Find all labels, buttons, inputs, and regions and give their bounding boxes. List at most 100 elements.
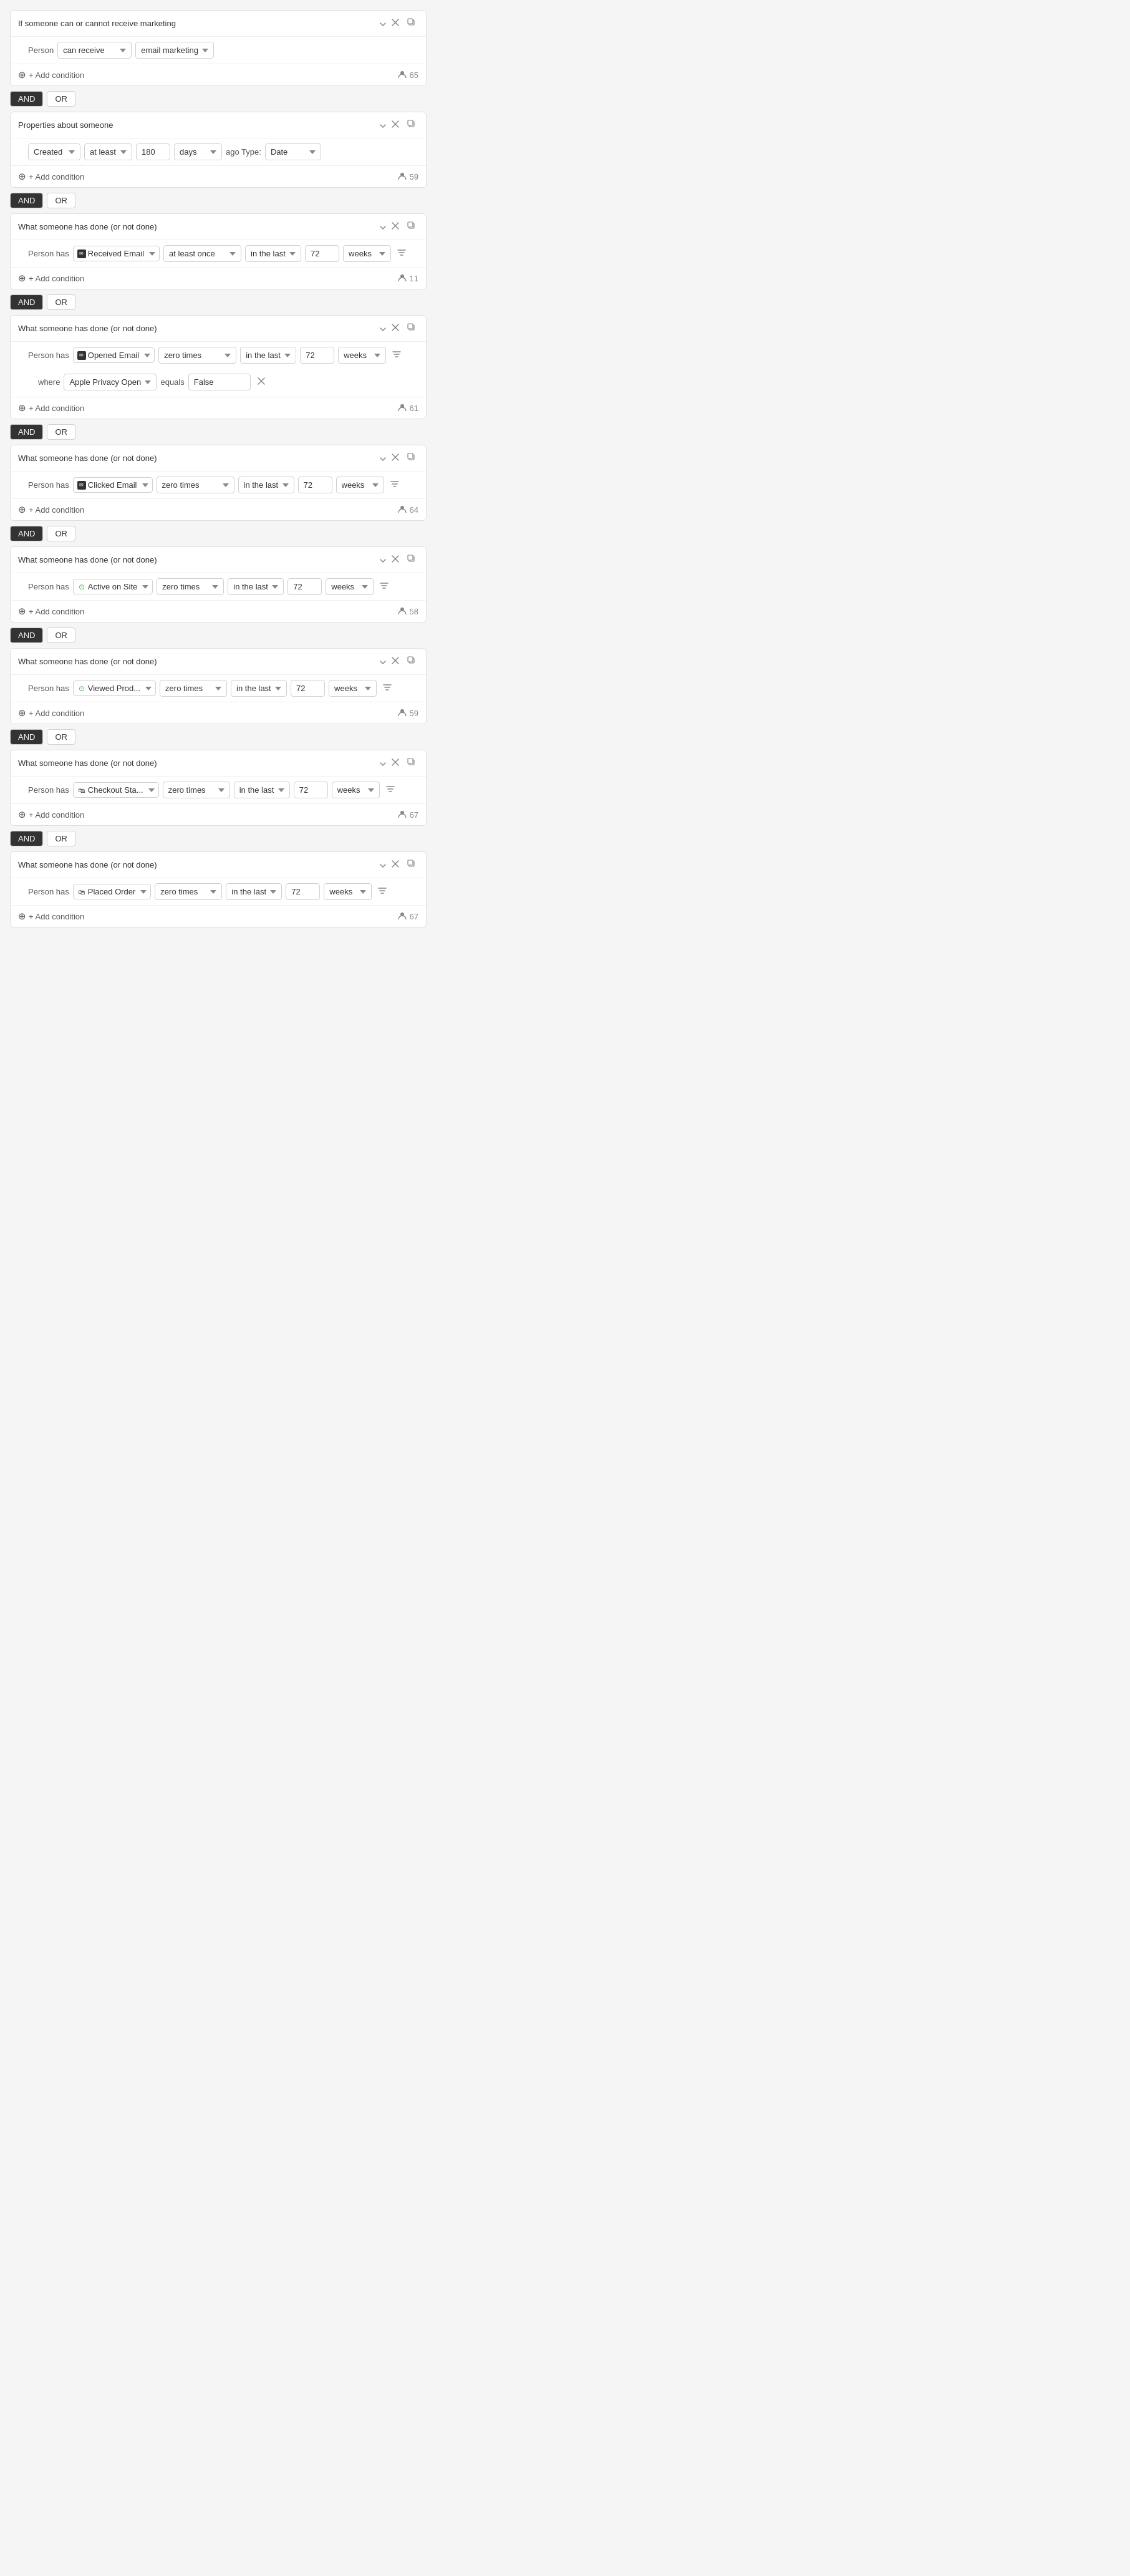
or-btn-3[interactable]: OR [47, 294, 75, 310]
and-btn-7[interactable]: AND [10, 729, 43, 745]
delete-block-block-viewed-product[interactable] [389, 655, 402, 668]
copy-block-block-checkout[interactable] [405, 757, 418, 770]
activity-unit-checkout-select[interactable]: weeksdaysmonths [332, 782, 380, 798]
delete-block-block-received-email[interactable] [389, 220, 402, 233]
and-btn-5[interactable]: AND [10, 526, 43, 541]
person-marketing-type-select[interactable]: email marketingsms marketing [135, 42, 214, 59]
and-btn-8[interactable]: AND [10, 831, 43, 846]
activity-freq-clicked-select[interactable]: zero timesat least oncemore than once [157, 477, 234, 493]
or-btn-7[interactable]: OR [47, 729, 75, 745]
and-btn-4[interactable]: AND [10, 424, 43, 440]
delete-block-block-placed-order[interactable] [389, 858, 402, 871]
filter-order[interactable] [375, 885, 389, 898]
chevron-icon-block-clicked-email[interactable] [380, 453, 386, 463]
add-condition-btn-block-active-site[interactable]: ⊕ + Add condition [18, 606, 84, 617]
activity-freq-opened-select[interactable]: zero timesat least oncemore than once [158, 347, 236, 364]
where-field-opened-select[interactable]: Apple Privacy Open [64, 374, 157, 390]
activity-event-checkout-container[interactable]: 🛍Checkout Sta... [73, 782, 159, 798]
add-condition-btn-block-checkout[interactable]: ⊕ + Add condition [18, 809, 84, 820]
add-condition-btn-block-marketing[interactable]: ⊕ + Add condition [18, 69, 84, 80]
activity-num-order[interactable] [286, 883, 320, 900]
add-condition-btn-block-viewed-product[interactable]: ⊕ + Add condition [18, 707, 84, 719]
filter-checkout[interactable] [384, 783, 397, 797]
copy-block-block-placed-order[interactable] [405, 858, 418, 871]
activity-unit-received-select[interactable]: weeksdaysmonths [343, 245, 391, 262]
and-btn-6[interactable]: AND [10, 627, 43, 643]
copy-block-block-properties[interactable] [405, 119, 418, 132]
copy-block-block-viewed-product[interactable] [405, 655, 418, 668]
chevron-icon-block-placed-order[interactable] [380, 860, 386, 869]
add-condition-btn-block-opened-email[interactable]: ⊕ + Add condition [18, 402, 84, 414]
prop-type-select[interactable]: DateDateTime [265, 143, 321, 160]
delete-block-block-clicked-email[interactable] [389, 452, 402, 465]
activity-event-active-container[interactable]: ⊙Active on Site [73, 579, 153, 594]
add-condition-btn-block-received-email[interactable]: ⊕ + Add condition [18, 273, 84, 284]
prop-field-select[interactable]: CreatedUpdated [28, 143, 80, 160]
delete-block-block-marketing[interactable] [389, 17, 402, 30]
or-btn-4[interactable]: OR [47, 424, 75, 440]
and-btn-2[interactable]: AND [10, 193, 43, 208]
add-condition-btn-block-clicked-email[interactable]: ⊕ + Add condition [18, 504, 84, 515]
activity-num-clicked[interactable] [298, 477, 332, 493]
activity-num-checkout[interactable] [294, 782, 328, 798]
activity-unit-clicked-select[interactable]: weeksdaysmonths [336, 477, 384, 493]
and-btn-3[interactable]: AND [10, 294, 43, 310]
chevron-icon-block-marketing[interactable] [380, 19, 386, 28]
or-btn-8[interactable]: OR [47, 831, 75, 846]
copy-block-block-opened-email[interactable] [405, 322, 418, 335]
activity-time-opened-select[interactable]: in the lastbeforeafter [240, 347, 296, 364]
activity-unit-active-select[interactable]: weeksdaysmonths [326, 578, 374, 595]
filter-active[interactable] [377, 580, 391, 593]
copy-block-block-received-email[interactable] [405, 220, 418, 233]
prop-value[interactable] [136, 143, 170, 160]
activity-event-viewed-container[interactable]: ⊙Viewed Prod... [73, 680, 156, 696]
activity-freq-received-select[interactable]: at least oncezero timesmore than once [163, 245, 241, 262]
delete-block-block-checkout[interactable] [389, 757, 402, 770]
equals-value-opened[interactable] [188, 374, 251, 390]
activity-unit-order-select[interactable]: weeksdaysmonths [324, 883, 372, 900]
chevron-icon-block-properties[interactable] [380, 120, 386, 130]
activity-time-received-select[interactable]: in the lastbeforeafter [245, 245, 301, 262]
person-marketing-can-select[interactable]: can receivecannot receive [57, 42, 132, 59]
filter-received[interactable] [395, 247, 408, 260]
activity-time-checkout-select[interactable]: in the lastbeforeafter [234, 782, 290, 798]
add-condition-btn-block-placed-order[interactable]: ⊕ + Add condition [18, 911, 84, 922]
or-btn-2[interactable]: OR [47, 193, 75, 208]
activity-time-order-select[interactable]: in the lastbeforeafter [226, 883, 282, 900]
activity-time-clicked-select[interactable]: in the lastbeforeafter [238, 477, 294, 493]
or-btn-5[interactable]: OR [47, 526, 75, 541]
or-btn-1[interactable]: OR [47, 91, 75, 107]
copy-block-block-marketing[interactable] [405, 17, 418, 30]
activity-freq-checkout-select[interactable]: zero timesat least once [163, 782, 230, 798]
activity-num-viewed[interactable] [291, 680, 325, 697]
chevron-icon-block-checkout[interactable] [380, 758, 386, 768]
and-btn-1[interactable]: AND [10, 91, 43, 107]
chevron-icon-block-opened-email[interactable] [380, 324, 386, 333]
activity-freq-active-select[interactable]: zero timesat least once [157, 578, 224, 595]
copy-block-block-clicked-email[interactable] [405, 452, 418, 465]
activity-unit-viewed-select[interactable]: weeksdaysmonths [329, 680, 377, 697]
activity-num-received[interactable] [305, 245, 339, 262]
delete-block-block-properties[interactable] [389, 119, 402, 132]
activity-freq-viewed-select[interactable]: zero timesat least once [160, 680, 227, 697]
chevron-icon-block-active-site[interactable] [380, 555, 386, 564]
activity-freq-order-select[interactable]: zero timesat least once [155, 883, 222, 900]
activity-num-active[interactable] [287, 578, 322, 595]
activity-event-order-container[interactable]: 🛍Placed Order [73, 884, 152, 899]
activity-event-received-container[interactable]: ✉Received Email [73, 246, 160, 261]
activity-num-opened[interactable] [300, 347, 334, 364]
chevron-icon-block-received-email[interactable] [380, 222, 386, 231]
filter-opened[interactable] [390, 349, 403, 362]
activity-event-opened-container[interactable]: ✉Opened Email [73, 347, 155, 363]
activity-event-clicked-container[interactable]: ✉Clicked Email [73, 477, 153, 493]
filter-viewed[interactable] [380, 682, 394, 695]
delete-block-block-opened-email[interactable] [389, 322, 402, 335]
prop-operator-select[interactable]: at leastat mostexactly [84, 143, 132, 160]
activity-time-viewed-select[interactable]: in the lastbeforeafter [231, 680, 287, 697]
delete-where-opened[interactable] [254, 375, 268, 389]
activity-unit-opened-select[interactable]: weeksdaysmonths [338, 347, 386, 364]
prop-unit-select[interactable]: daysweeksmonths [174, 143, 222, 160]
filter-clicked[interactable] [388, 478, 402, 491]
or-btn-6[interactable]: OR [47, 627, 75, 643]
copy-block-block-active-site[interactable] [405, 553, 418, 566]
